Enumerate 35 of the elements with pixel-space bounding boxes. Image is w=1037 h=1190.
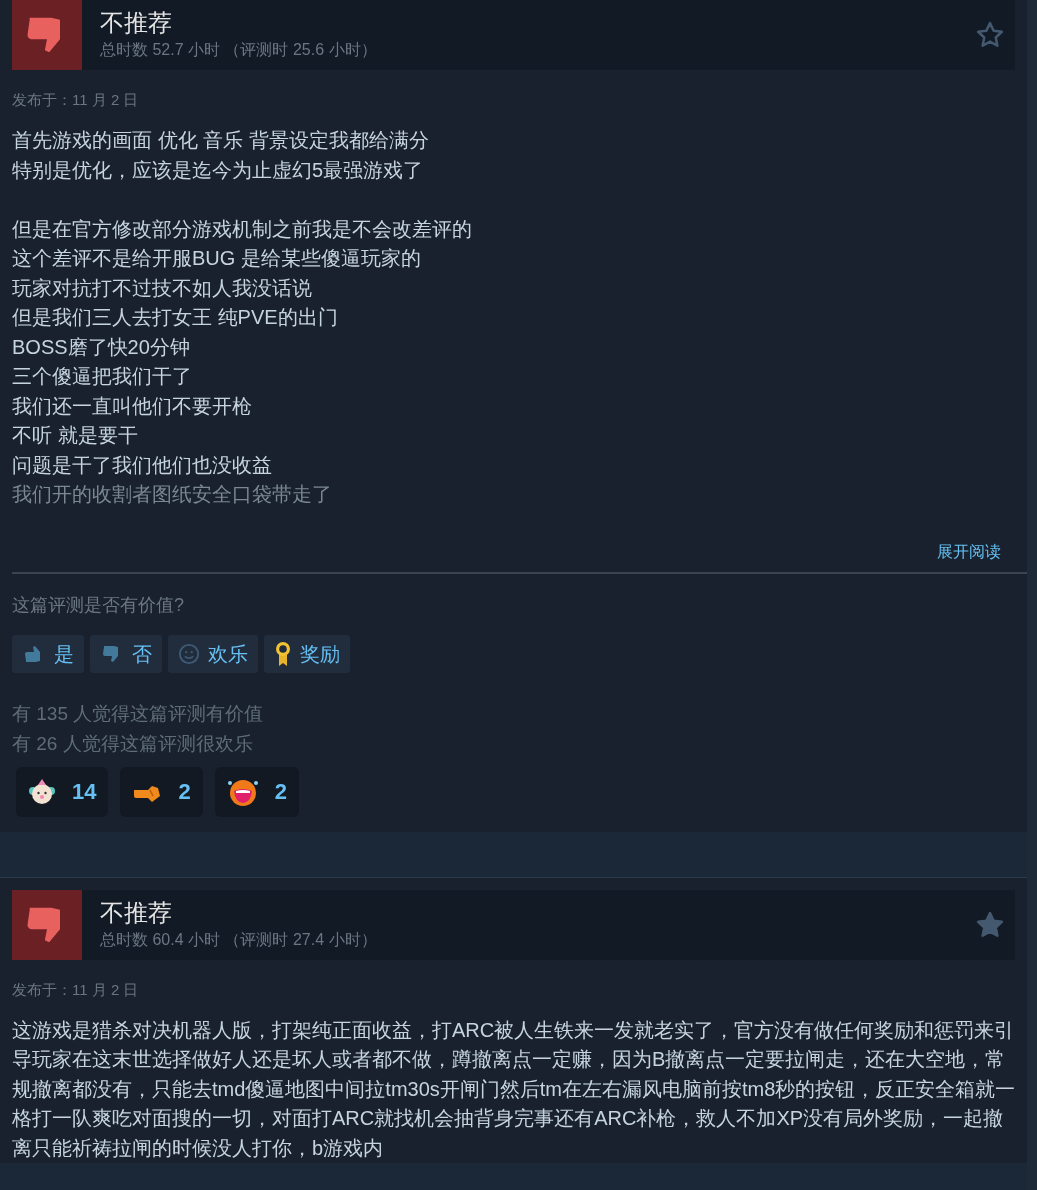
vote-button[interactable]: 欢乐: [168, 634, 258, 673]
vote-button[interactable]: 是: [12, 634, 84, 673]
review-text: 我们开的收割者图纸安全口袋带走了: [12, 482, 332, 507]
playtime-text: 总时数 60.4 小时 （评测时 27.4 小时）: [100, 929, 378, 950]
vote-count-text: 有 26 人觉得这篇评测很欢乐: [12, 731, 253, 756]
helpful-question: 这篇评测是否有价值?: [12, 594, 184, 615]
review-text: BOSS磨了快20分钟: [12, 334, 190, 360]
reaction-award[interactable]: 14: [16, 766, 109, 817]
reaction-award[interactable]: 2: [120, 766, 203, 817]
review-verdict: 不推荐: [100, 897, 173, 928]
star-icon[interactable]: [975, 909, 1005, 940]
read-more-link[interactable]: 展开阅读: [937, 539, 1001, 564]
review-text: 这个差评不是给开服BUG 是给某些傻逼玩家的: [12, 246, 421, 271]
review-text: 问题是干了我们他们也没收益: [12, 452, 272, 478]
playtime-text: 总时数 52.7 小时 （评测时 25.6 小时）: [100, 40, 378, 60]
vote-button[interactable]: 否: [90, 634, 162, 673]
review-text: 但是在官方修改部分游戏机制之前我是不会改差评的: [12, 216, 472, 242]
star-icon[interactable]: [975, 20, 1005, 50]
award-ribbon-icon: [274, 640, 292, 667]
review-verdict: 不推荐: [100, 8, 173, 38]
reaction-award[interactable]: 2: [214, 766, 299, 817]
review-text: 不听 就是要干: [12, 423, 138, 448]
review-text: 三个傻逼把我们干了: [12, 364, 192, 389]
review-text: 玩家对抗打不过技不如人我没话说: [12, 275, 312, 301]
posted-date: 发布于：11 月 2 日: [12, 91, 139, 108]
vote-button[interactable]: 奖励: [264, 634, 350, 673]
review-text: 首先游戏的画面 优化 音乐 背景设定我都给满分: [12, 128, 429, 153]
vote-count-text: 有 135 人觉得这篇评测有价值: [12, 701, 264, 726]
posted-date: 发布于：11 月 2 日: [12, 980, 139, 998]
smiley-icon: [178, 642, 200, 665]
review-text: 但是我们三人去打女王 纯PVE的出门: [12, 305, 338, 330]
review-text: 这游戏是猎杀对决机器人版，打架纯正面收益，打ARC被人生铁来一发就老实了，官方没有做任何奖励和惩罚来引导玩家在这末世选择做好人还是坏人或者都不做，蹲撤离点一定赚，因为B撤离点一定要拉闸走，还在大空地，常规撤离都没有，只能去tmd傻逼地图中间拉tm30s开闸门然后tm在左右漏风电脑前按tm8秒的按钮，反正安全箱就一格打一队爽吃对面搜的一切，对面打ARC就找机会抽背身完事还有ARC补枪，救人不加XP没有局外奖励，一起撤离只能祈祷拉闸的时候没人打你，b游戏内: [12, 1017, 1017, 1161]
review-text: 我们还一直叫他们不要开枪: [12, 393, 252, 419]
review-text: 特别是优化，应该是迄今为止虚幻5最强游戏了: [12, 157, 424, 183]
clown-face-icon: [28, 777, 56, 806]
